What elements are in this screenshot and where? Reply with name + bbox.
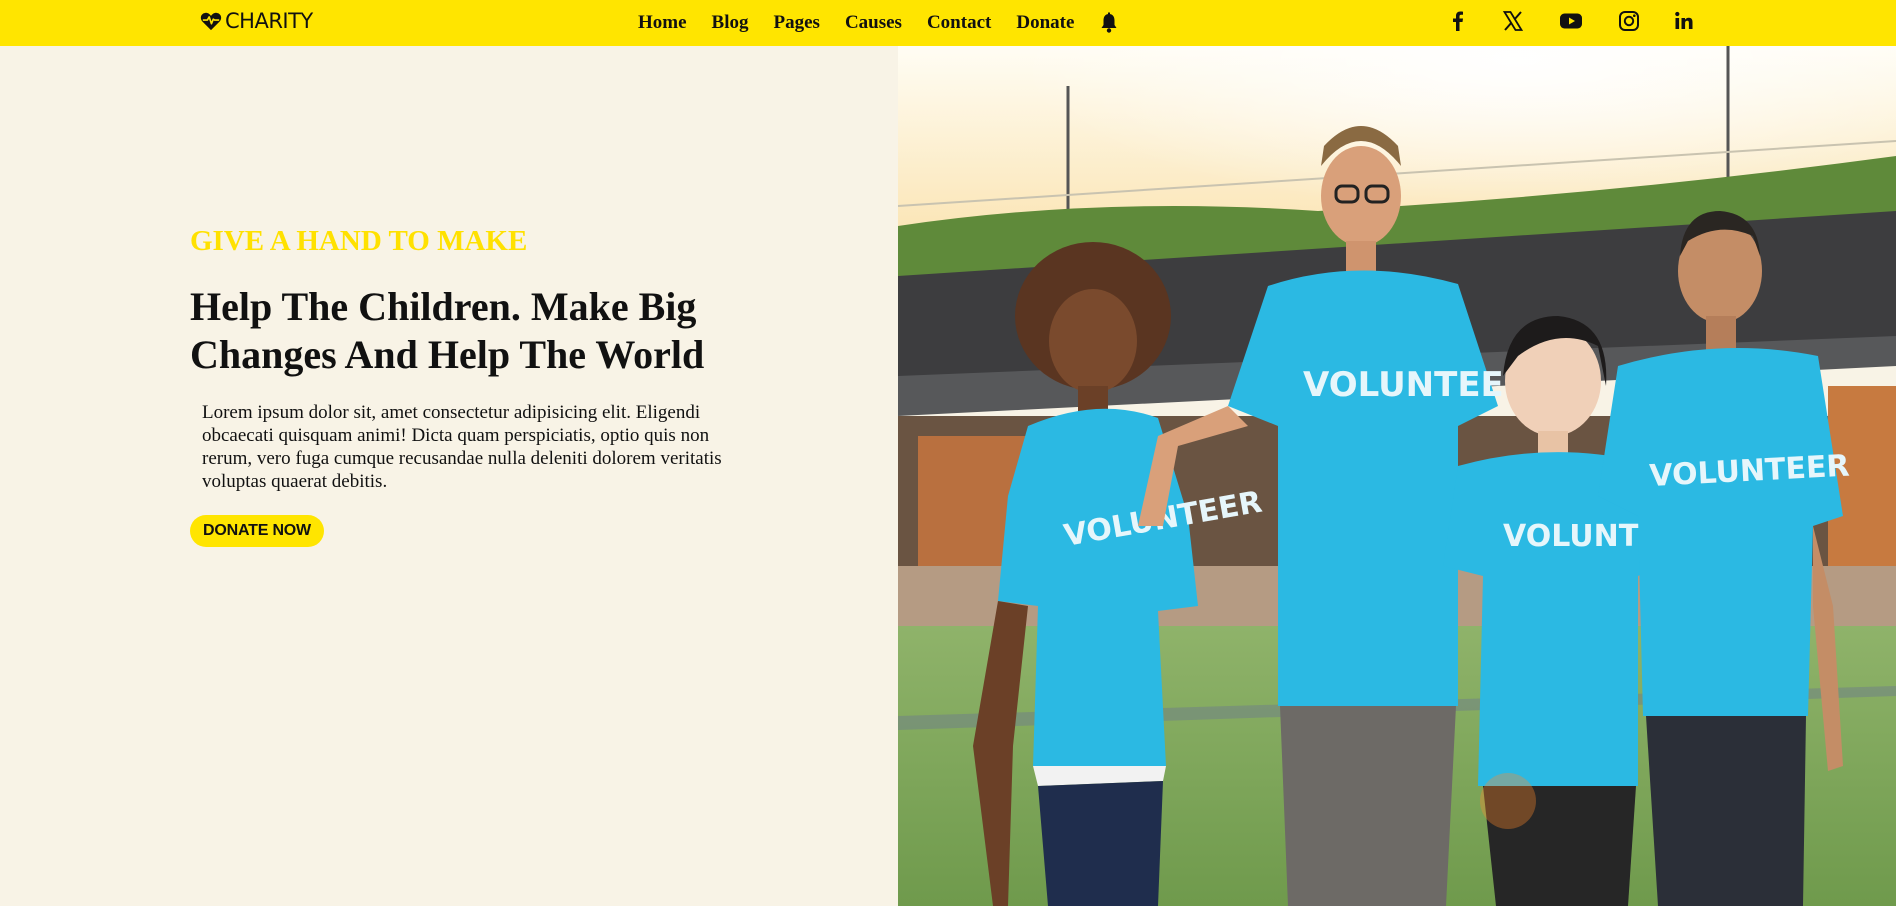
x-twitter-icon[interactable] [1501,9,1525,33]
svg-text:VOLUNTEER: VOLUNTEER [1303,365,1530,405]
instagram-icon[interactable] [1617,9,1641,33]
nav-contact[interactable]: Contact [927,11,991,35]
linkedin-icon[interactable] [1672,9,1696,33]
top-navbar: CHARITY Home Blog Pages Causes Contact D… [0,0,1896,46]
main-nav: Home Blog Pages Causes Contact Donate [638,11,1119,35]
nav-causes[interactable]: Causes [845,11,902,35]
hero-eyebrow: GIVE A HAND TO MAKE [190,225,528,257]
youtube-icon[interactable] [1559,9,1583,33]
donate-now-button[interactable]: DONATE NOW [190,515,324,547]
hero-volunteers-image: VOLUNTEER VOLUNTEER VOLUNTEER VOLUNTEER [898,46,1896,906]
hero-section: GIVE A HAND TO MAKE Help The Children. M… [0,46,898,906]
hero-description: Lorem ipsum dolor sit, amet consectetur … [202,402,722,492]
nav-blog[interactable]: Blog [712,11,749,35]
heart-pulse-icon [200,11,222,31]
facebook-icon[interactable] [1446,9,1470,33]
brand-name: CHARITY [225,9,313,33]
nav-donate[interactable]: Donate [1016,11,1074,35]
bell-icon[interactable] [1099,12,1119,34]
nav-home[interactable]: Home [638,11,687,35]
brand-logo[interactable]: CHARITY [200,9,313,33]
hero-headline: Help The Children. Make Big Changes And … [190,284,705,377]
nav-pages[interactable]: Pages [774,11,820,35]
